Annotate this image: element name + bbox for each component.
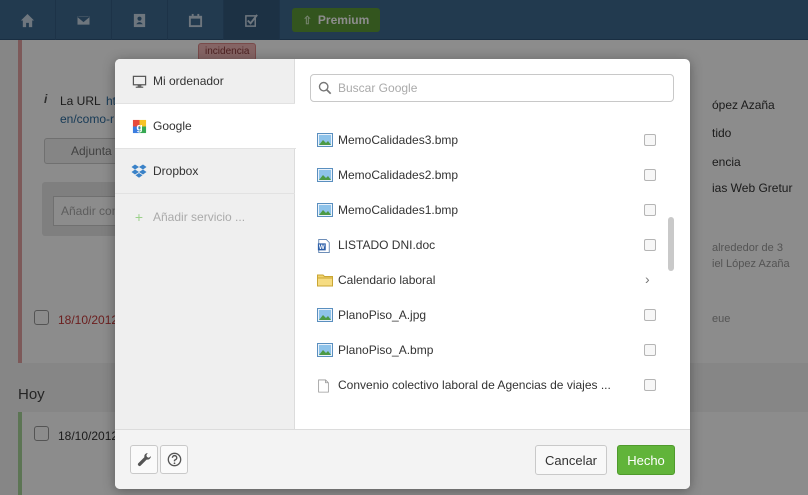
file-name: LISTADO DNI.doc bbox=[338, 238, 436, 252]
file-select-checkbox[interactable] bbox=[644, 344, 656, 356]
folder-row[interactable]: Calendario laboral › bbox=[295, 263, 675, 298]
question-icon bbox=[167, 452, 181, 467]
done-button[interactable]: Hecho bbox=[617, 445, 675, 475]
file-row[interactable]: PlanoPiso_A.bmp bbox=[295, 333, 675, 368]
image-file-icon bbox=[317, 343, 333, 357]
cancel-button[interactable]: Cancelar bbox=[535, 445, 607, 475]
file-select-checkbox[interactable] bbox=[644, 309, 656, 321]
sidebar-item-label: Dropbox bbox=[153, 164, 199, 178]
file-select-checkbox[interactable] bbox=[644, 379, 656, 391]
service-sidebar: Mi ordenador g Google Dropbox + Añadir s… bbox=[115, 59, 296, 429]
word-document-icon: W bbox=[317, 238, 333, 253]
sidebar-item-google[interactable]: g Google bbox=[115, 104, 296, 149]
help-button[interactable] bbox=[160, 445, 188, 474]
image-file-icon bbox=[317, 133, 333, 147]
search-icon bbox=[318, 81, 332, 95]
file-select-checkbox[interactable] bbox=[644, 204, 656, 216]
sidebar-item-label: Google bbox=[153, 119, 192, 133]
file-select-checkbox[interactable] bbox=[644, 134, 656, 146]
file-name: MemoCalidades3.bmp bbox=[338, 133, 459, 147]
file-row[interactable]: W LISTADO DNI.doc bbox=[295, 228, 675, 263]
file-browser-panel: MemoCalidades3.bmp MemoCalidades2.bmp Memo… bbox=[295, 59, 690, 429]
file-list: MemoCalidades3.bmp MemoCalidades2.bmp Memo… bbox=[295, 123, 690, 429]
search-box[interactable] bbox=[310, 74, 674, 102]
file-name: PlanoPiso_A.bmp bbox=[338, 343, 434, 357]
sidebar-item-dropbox[interactable]: Dropbox bbox=[115, 149, 295, 194]
file-select-checkbox[interactable] bbox=[644, 239, 656, 251]
file-select-checkbox[interactable] bbox=[644, 169, 656, 181]
file-row[interactable]: PlanoPiso_A.jpg bbox=[295, 298, 675, 333]
sidebar-add-service[interactable]: + Añadir servicio ... bbox=[115, 194, 295, 239]
folder-icon bbox=[317, 273, 333, 287]
file-name: PlanoPiso_A.jpg bbox=[338, 308, 427, 322]
file-row[interactable]: MemoCalidades3.bmp bbox=[295, 123, 675, 158]
image-file-icon bbox=[317, 308, 333, 322]
image-file-icon bbox=[317, 168, 333, 182]
file-row[interactable]: MemoCalidades1.bmp bbox=[295, 193, 675, 228]
monitor-icon bbox=[131, 73, 147, 89]
sidebar-item-my-computer[interactable]: Mi ordenador bbox=[115, 59, 295, 104]
svg-text:W: W bbox=[319, 244, 325, 251]
file-row[interactable]: MemoCalidades2.bmp bbox=[295, 158, 675, 193]
file-list-scrollbar[interactable] bbox=[668, 217, 674, 271]
google-icon: g bbox=[131, 118, 147, 134]
wrench-icon bbox=[137, 452, 151, 466]
document-icon bbox=[317, 378, 333, 393]
file-name: Calendario laboral bbox=[338, 273, 436, 287]
settings-button[interactable] bbox=[130, 445, 158, 474]
file-picker-dialog: Mi ordenador g Google Dropbox + Añadir s… bbox=[115, 59, 690, 489]
chevron-right-icon[interactable]: › bbox=[645, 271, 650, 287]
file-row[interactable]: Convenio colectivo laboral de Agencias d… bbox=[295, 368, 675, 403]
svg-text:g: g bbox=[136, 122, 142, 133]
image-file-icon bbox=[317, 203, 333, 217]
file-name: MemoCalidades1.bmp bbox=[338, 203, 459, 217]
sidebar-item-label: Mi ordenador bbox=[153, 74, 224, 88]
search-input[interactable] bbox=[338, 81, 658, 95]
file-name: MemoCalidades2.bmp bbox=[338, 168, 459, 182]
plus-icon: + bbox=[134, 208, 144, 225]
add-service-label: Añadir servicio ... bbox=[153, 209, 246, 224]
dropbox-icon bbox=[131, 163, 147, 179]
dialog-footer: Cancelar Hecho bbox=[115, 429, 690, 489]
file-name: Convenio colectivo laboral de Agencias d… bbox=[338, 378, 611, 392]
